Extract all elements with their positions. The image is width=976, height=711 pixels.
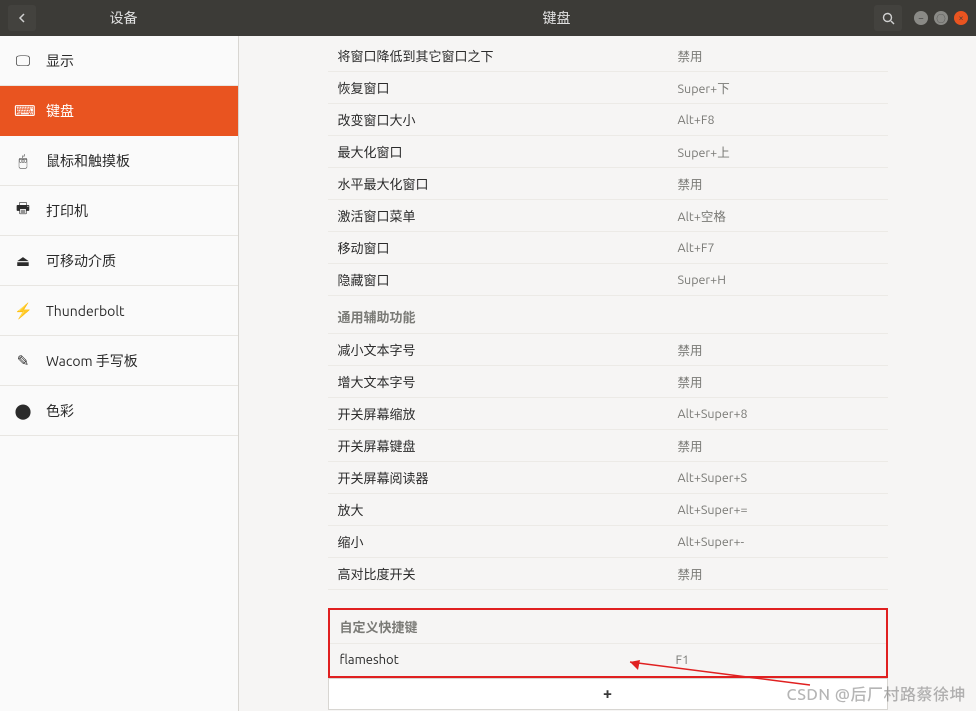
shortcuts-panel: 将窗口降低到其它窗口之下禁用恢复窗口Super+下改变窗口大小Alt+F8最大化…	[328, 36, 888, 678]
shortcut-key: Alt+空格	[678, 206, 878, 225]
sidebar-item-removable[interactable]: ⏏ 可移动介质	[0, 236, 238, 286]
shortcut-label: 隐藏窗口	[338, 270, 678, 289]
shortcut-label: 改变窗口大小	[338, 110, 678, 129]
shortcut-row[interactable]: 开关屏幕键盘禁用	[328, 430, 888, 462]
shortcut-key: 禁用	[678, 174, 878, 193]
titlebar-left: 设备	[0, 0, 239, 36]
section-header-custom: 自定义快捷键	[330, 610, 886, 644]
shortcut-key: Super+下	[678, 78, 878, 97]
shortcut-key: Alt+Super+8	[678, 407, 878, 421]
shortcut-row[interactable]: 隐藏窗口Super+H	[328, 264, 888, 296]
shortcut-row[interactable]: 增大文本字号禁用	[328, 366, 888, 398]
sidebar-item-label: 键盘	[46, 101, 74, 121]
sidebar-item-display[interactable]: 🖵 显示	[0, 36, 238, 86]
removable-icon: ⏏	[14, 252, 32, 270]
shortcut-key: 禁用	[678, 372, 878, 391]
shortcut-label: flameshot	[340, 653, 676, 667]
sidebar-item-thunderbolt[interactable]: ⚡ Thunderbolt	[0, 286, 238, 336]
shortcut-label: 水平最大化窗口	[338, 174, 678, 193]
window-controls: – ◯ ×	[914, 11, 968, 25]
shortcut-key: F1	[676, 653, 876, 667]
shortcut-row[interactable]: 激活窗口菜单Alt+空格	[328, 200, 888, 232]
sidebar-item-label: 色彩	[46, 401, 74, 421]
sidebar-item-label: Wacom 手写板	[46, 351, 138, 371]
shortcut-key: 禁用	[678, 340, 878, 359]
sidebar-item-label: Thunderbolt	[46, 303, 125, 319]
sidebar: 🖵 显示 ⌨ 键盘 🖱 鼠标和触摸板 🖶 打印机 ⏏ 可移动介质 ⚡ Thunderbolt ✎ Waco…	[0, 36, 239, 711]
shortcut-key: Alt+Super+=	[678, 503, 878, 517]
sidebar-item-label: 打印机	[46, 201, 88, 221]
close-button[interactable]: ×	[954, 11, 968, 25]
printer-icon: 🖶	[14, 198, 32, 223]
shortcut-row[interactable]: 高对比度开关禁用	[328, 558, 888, 590]
sidebar-item-label: 鼠标和触摸板	[46, 151, 130, 171]
sidebar-item-keyboard[interactable]: ⌨ 键盘	[0, 86, 238, 136]
shortcut-row[interactable]: flameshotF1	[330, 644, 886, 676]
shortcut-label: 开关屏幕键盘	[338, 436, 678, 455]
shortcut-key: Alt+Super+S	[678, 471, 878, 485]
shortcut-label: 开关屏幕阅读器	[338, 468, 678, 487]
shortcut-key: Super+H	[678, 273, 878, 287]
sidebar-item-label: 显示	[46, 51, 74, 71]
back-button[interactable]	[8, 5, 36, 31]
sidebar-item-mouse[interactable]: 🖱 鼠标和触摸板	[0, 136, 238, 186]
shortcut-key: Super+上	[678, 142, 878, 161]
wacom-icon: ✎	[14, 352, 32, 370]
watermark: CSDN @后厂村路蔡徐坤	[787, 681, 966, 705]
minimize-button[interactable]: –	[914, 11, 928, 25]
shortcut-row[interactable]: 放大Alt+Super+=	[328, 494, 888, 526]
shortcut-label: 开关屏幕缩放	[338, 404, 678, 423]
display-icon: 🖵	[14, 52, 32, 70]
shortcut-row[interactable]: 最大化窗口Super+上	[328, 136, 888, 168]
titlebar: 设备 键盘 – ◯ ×	[0, 0, 976, 36]
search-icon	[882, 12, 895, 25]
shortcut-key: Alt+F8	[678, 113, 878, 127]
sidebar-item-wacom[interactable]: ✎ Wacom 手写板	[0, 336, 238, 386]
main-area: 🖵 显示 ⌨ 键盘 🖱 鼠标和触摸板 🖶 打印机 ⏏ 可移动介质 ⚡ Thunderbolt ✎ Waco…	[0, 36, 976, 711]
shortcut-label: 最大化窗口	[338, 142, 678, 161]
shortcut-label: 高对比度开关	[338, 564, 678, 583]
color-icon: ⬤	[14, 402, 32, 420]
shortcut-key: Alt+F7	[678, 241, 878, 255]
sidebar-item-label: 可移动介质	[46, 251, 116, 271]
mouse-icon: 🖱	[14, 152, 32, 170]
shortcut-label: 缩小	[338, 532, 678, 551]
section-header-a11y: 通用辅助功能	[328, 300, 888, 334]
page-title: 键盘	[239, 8, 874, 28]
content-area: 将窗口降低到其它窗口之下禁用恢复窗口Super+下改变窗口大小Alt+F8最大化…	[239, 36, 976, 711]
shortcut-key: 禁用	[678, 46, 878, 65]
shortcut-row[interactable]: 减小文本字号禁用	[328, 334, 888, 366]
shortcut-row[interactable]: 开关屏幕阅读器Alt+Super+S	[328, 462, 888, 494]
shortcut-row[interactable]: 恢复窗口Super+下	[328, 72, 888, 104]
shortcut-label: 放大	[338, 500, 678, 519]
plus-icon: +	[603, 685, 612, 703]
search-button[interactable]	[874, 5, 902, 31]
keyboard-icon: ⌨	[14, 102, 32, 120]
titlebar-right: – ◯ ×	[874, 5, 976, 31]
shortcut-row[interactable]: 改变窗口大小Alt+F8	[328, 104, 888, 136]
shortcut-row[interactable]: 将窗口降低到其它窗口之下禁用	[328, 40, 888, 72]
shortcut-row[interactable]: 水平最大化窗口禁用	[328, 168, 888, 200]
sidebar-item-printer[interactable]: 🖶 打印机	[0, 186, 238, 236]
shortcut-key: 禁用	[678, 564, 878, 583]
custom-shortcuts-highlight: 自定义快捷键 flameshotF1	[328, 608, 888, 678]
sidebar-item-color[interactable]: ⬤ 色彩	[0, 386, 238, 436]
shortcut-row[interactable]: 移动窗口Alt+F7	[328, 232, 888, 264]
sidebar-title: 设备	[36, 8, 239, 28]
shortcut-label: 增大文本字号	[338, 372, 678, 391]
shortcut-key: Alt+Super+-	[678, 535, 878, 549]
shortcut-row[interactable]: 缩小Alt+Super+-	[328, 526, 888, 558]
chevron-left-icon	[17, 13, 27, 23]
thunderbolt-icon: ⚡	[14, 302, 32, 320]
shortcut-label: 将窗口降低到其它窗口之下	[338, 46, 678, 65]
shortcut-label: 激活窗口菜单	[338, 206, 678, 225]
shortcut-key: 禁用	[678, 436, 878, 455]
maximize-button[interactable]: ◯	[934, 11, 948, 25]
shortcut-row[interactable]: 开关屏幕缩放Alt+Super+8	[328, 398, 888, 430]
shortcut-label: 恢复窗口	[338, 78, 678, 97]
shortcut-label: 移动窗口	[338, 238, 678, 257]
shortcut-label: 减小文本字号	[338, 340, 678, 359]
